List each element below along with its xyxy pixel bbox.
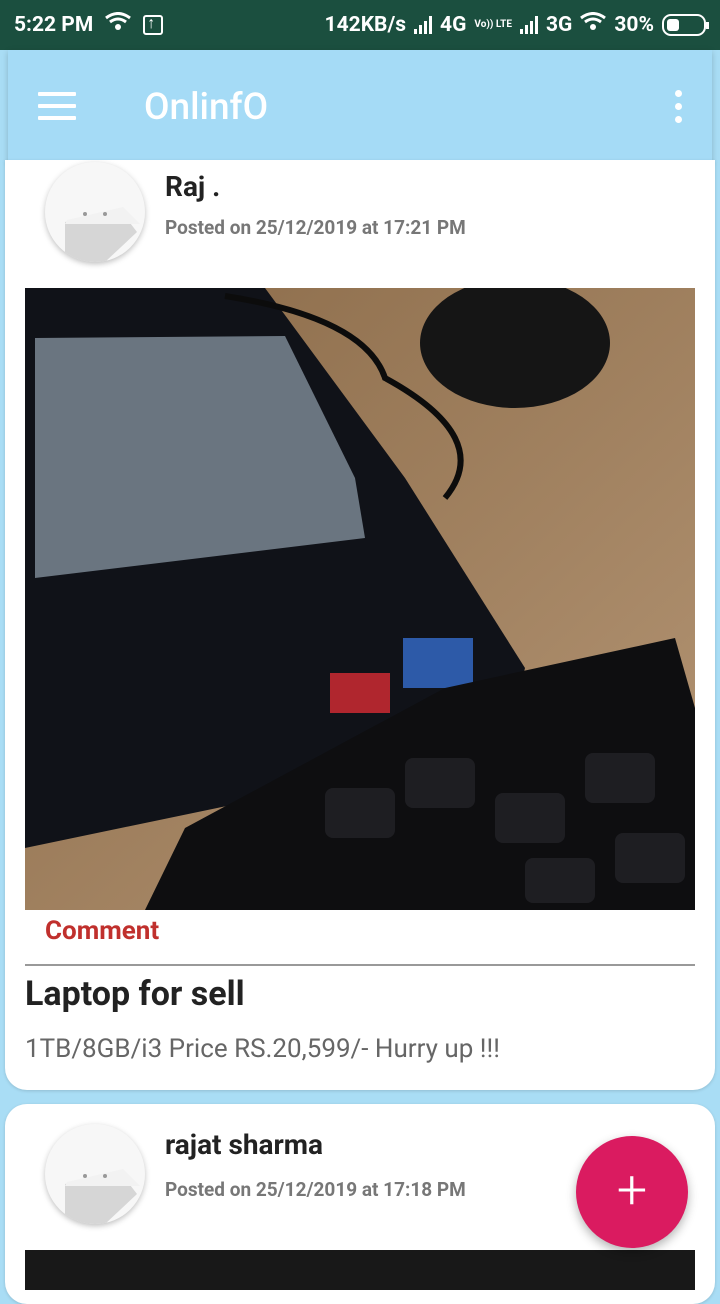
post-author: Raj . [165, 170, 221, 203]
status-bar: 5:22 PM 142KB/s 4G Vo)) LTE 3G 30% [0, 0, 720, 50]
hamburger-menu-icon[interactable] [38, 92, 76, 120]
post-timestamp: Posted on 25/12/2019 at 17:21 PM [165, 216, 466, 239]
post-card[interactable]: Raj . Posted on 25/12/2019 at 17:21 PM C… [5, 160, 715, 1090]
upload-notification-icon [143, 13, 164, 35]
network-speed: 142KB/s [324, 13, 407, 37]
avatar [45, 1124, 145, 1224]
comment-button[interactable]: Comment [45, 916, 159, 946]
avatar [45, 162, 145, 262]
battery-percent: 30% [614, 13, 654, 37]
status-time: 5:22 PM [14, 13, 94, 37]
post-description: 1TB/8GB/i3 Price RS.20,599/- Hurry up !!… [25, 1034, 500, 1064]
app-bar: OnlinfO [8, 50, 712, 162]
post-title: Laptop for sell [25, 974, 245, 1014]
signal-icon [414, 16, 433, 34]
app-title: OnlinfO [144, 86, 269, 129]
signal-icon-2 [520, 16, 538, 34]
network-type-4g: 4G [440, 13, 467, 37]
more-vert-icon[interactable] [674, 90, 684, 124]
battery-charging-icon [662, 14, 709, 36]
post-author: rajat sharma [165, 1128, 324, 1161]
wifi-icon [105, 12, 132, 38]
add-post-button[interactable]: + [576, 1136, 688, 1248]
wifi-icon-2 [580, 12, 607, 38]
volte-icon: Vo)) LTE [474, 19, 512, 30]
divider [25, 964, 695, 966]
post-image[interactable] [25, 1250, 695, 1290]
post-image[interactable] [25, 288, 695, 910]
post-timestamp: Posted on 25/12/2019 at 17:18 PM [165, 1178, 466, 1201]
network-type-3g: 3G [546, 13, 573, 37]
